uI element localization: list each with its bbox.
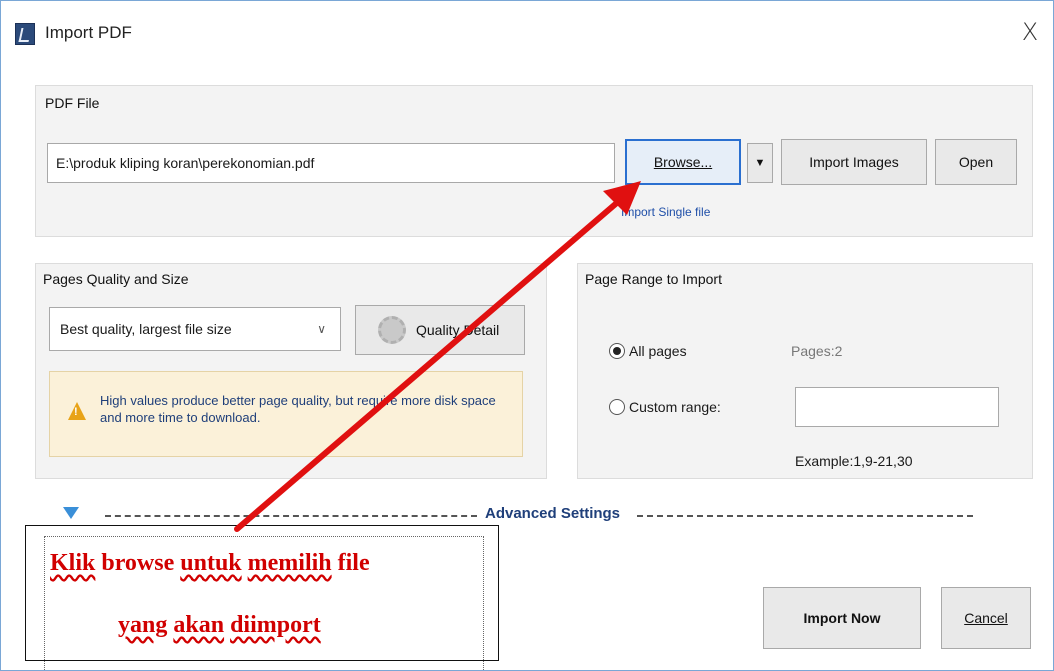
gear-icon (378, 316, 406, 344)
dialog-title: Import PDF (45, 23, 132, 42)
custom-range-input[interactable] (795, 387, 999, 427)
annotation-word: akan (173, 612, 225, 638)
pdf-app-icon (15, 23, 35, 45)
page-range-group (577, 263, 1033, 479)
all-pages-radio[interactable]: All pages (609, 343, 687, 359)
page-range-group-title: Page Range to Import (585, 271, 722, 287)
warning-icon (68, 402, 86, 420)
radio-unselected-icon (609, 399, 625, 415)
chevron-down-icon: ▼ (754, 157, 766, 169)
range-example: Example:1,9-21,30 (795, 453, 913, 469)
annotation-word: untuk (180, 550, 242, 576)
browse-options-dropdown[interactable]: ▼ (747, 143, 773, 183)
import-pdf-dialog: Import PDF X PDF File E:\produk kliping … (0, 0, 1054, 671)
pdf-file-group-title: PDF File (45, 95, 100, 111)
radio-selected-icon (609, 343, 625, 359)
annotation-callout: Klik browse untuk memilih file yang akan… (25, 525, 499, 671)
open-button-label: Open (958, 154, 994, 170)
import-now-button[interactable]: Import Now (763, 587, 921, 649)
cancel-label: Cancel (964, 610, 1008, 626)
annotation-word: memilih (247, 550, 332, 576)
annotation-word: Klik (50, 550, 96, 576)
annotation-word: diimport (230, 612, 321, 638)
custom-range-label: Custom range: (629, 399, 721, 415)
import-single-file-link[interactable]: Import Single file (621, 205, 710, 219)
advanced-settings-toggle[interactable]: Advanced Settings (485, 505, 620, 522)
annotation-line-2: yang akan diimport (118, 612, 321, 639)
browse-button-label: Browse... (653, 154, 713, 170)
chevron-down-icon: ∨ (317, 322, 326, 336)
quality-warning-box: High values produce better page quality,… (49, 371, 523, 457)
open-button[interactable]: Open (935, 139, 1017, 185)
quality-group-title: Pages Quality and Size (43, 271, 189, 287)
annotation-word: browse (101, 550, 175, 576)
divider (637, 515, 973, 517)
pages-count: Pages:2 (791, 343, 843, 359)
custom-range-radio[interactable]: Custom range: (609, 399, 721, 415)
import-images-label: Import Images (809, 154, 899, 170)
expand-triangle-icon[interactable] (63, 507, 79, 519)
import-images-button[interactable]: Import Images (781, 139, 927, 185)
annotation-word: file (337, 550, 370, 576)
annotation-word: yang (118, 612, 168, 638)
quality-select[interactable]: Best quality, largest file size ∨ (49, 307, 341, 351)
browse-button[interactable]: Browse... (625, 139, 741, 185)
pdf-path-input[interactable]: E:\produk kliping koran\perekonomian.pdf (47, 143, 615, 183)
quality-detail-button[interactable]: Quality Detail (355, 305, 525, 355)
quality-detail-label: Quality Detail (416, 322, 500, 338)
quality-selected-value: Best quality, largest file size (60, 321, 232, 337)
quality-warning-text: High values produce better page quality,… (100, 393, 496, 425)
import-now-label: Import Now (803, 610, 881, 626)
all-pages-label: All pages (629, 343, 687, 359)
title-bar: Import PDF X (1, 1, 1053, 73)
close-icon[interactable]: X (1015, 17, 1045, 47)
annotation-line-1: Klik browse untuk memilih file (50, 550, 370, 577)
cancel-button[interactable]: Cancel (941, 587, 1031, 649)
divider (105, 515, 477, 517)
